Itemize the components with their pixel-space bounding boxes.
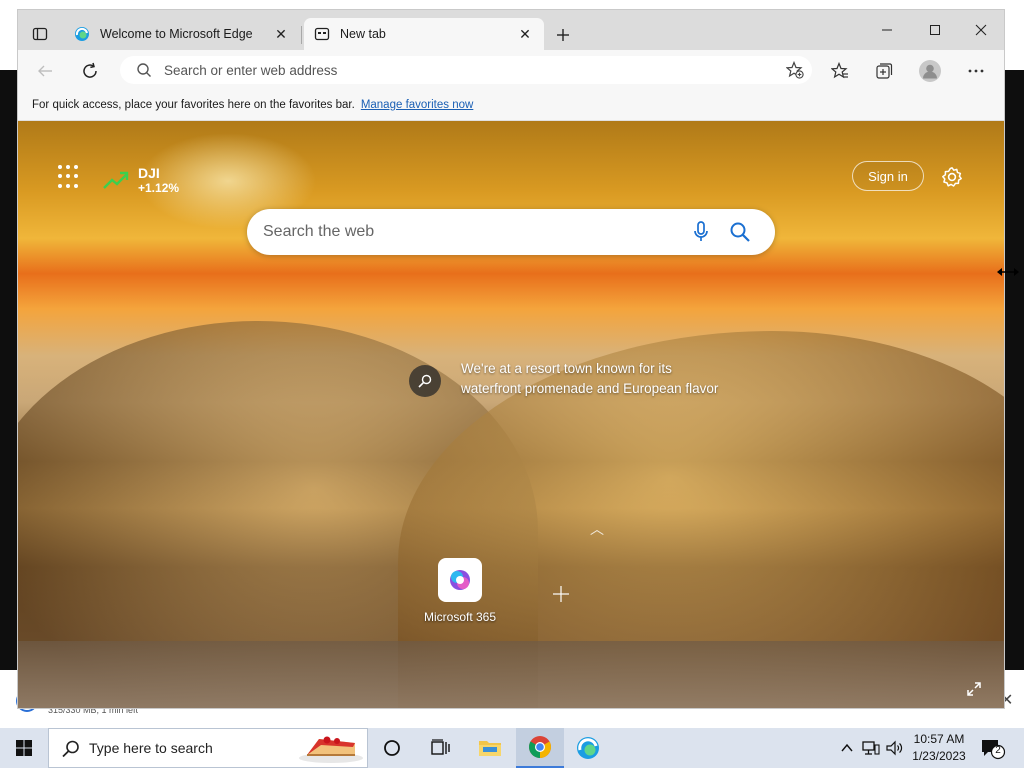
notification-count: 2 <box>995 745 1001 756</box>
plus-icon <box>557 29 569 41</box>
refresh-icon <box>83 62 97 78</box>
stock-change: +1.12% <box>138 181 180 195</box>
arrow-left-icon <box>38 65 52 77</box>
expand-icon[interactable] <box>966 681 982 700</box>
new-tab-page: DJI +1.12% Sign in Search the web We're … <box>18 121 1004 708</box>
taskbar-search-box[interactable]: Type here to search <box>48 728 368 768</box>
avatar-icon <box>919 60 941 82</box>
windows-icon <box>16 740 32 756</box>
network-button[interactable] <box>860 728 882 768</box>
show-hidden-icons-button[interactable] <box>836 728 858 768</box>
new-tab-page-icon <box>314 26 330 42</box>
close-window-button[interactable] <box>958 16 1004 44</box>
back-button[interactable] <box>30 56 60 86</box>
tab-welcome[interactable]: Welcome to Microsoft Edge ✕ <box>64 18 300 50</box>
add-shortcut-button[interactable] <box>552 583 570 609</box>
page-settings-button[interactable] <box>938 163 966 191</box>
cortana-button[interactable] <box>368 728 416 768</box>
tab-title: Welcome to Microsoft Edge <box>100 27 253 41</box>
network-icon <box>862 741 880 755</box>
resize-cursor-icon <box>997 268 1019 276</box>
chrome-icon <box>529 736 551 758</box>
clock-date: 1/23/2023 <box>912 749 966 763</box>
clock-time: 10:57 AM <box>913 732 965 746</box>
close-tab-icon[interactable]: ✕ <box>516 25 534 43</box>
tab-title: New tab <box>340 27 386 41</box>
edge-taskbar-button[interactable] <box>564 728 612 768</box>
refresh-button[interactable] <box>75 56 105 86</box>
image-info-text[interactable]: We're at a resort town known for its wat… <box>461 359 731 399</box>
folder-icon <box>479 741 501 756</box>
magnifier-icon <box>418 374 432 388</box>
edge-icon <box>577 737 599 759</box>
notification-icon <box>982 740 1006 760</box>
chevron-up-icon[interactable]: ︿ <box>590 519 604 539</box>
task-view-button[interactable] <box>416 728 464 768</box>
favorites-star-icon <box>831 62 848 79</box>
plus-icon <box>553 586 569 602</box>
edge-icon <box>74 26 90 42</box>
manage-favorites-link[interactable]: Manage favorites now <box>361 99 474 111</box>
profile-button[interactable] <box>915 56 945 86</box>
microphone-icon[interactable] <box>693 221 709 243</box>
address-placeholder: Search or enter web address <box>164 62 338 78</box>
web-search-placeholder: Search the web <box>263 223 375 240</box>
tab-divider <box>301 26 302 44</box>
more-icon <box>968 69 984 73</box>
search-icon <box>62 740 79 758</box>
tab-new-tab[interactable]: New tab ✕ <box>304 18 544 50</box>
web-search-box[interactable]: Search the web <box>247 209 775 255</box>
background-image-water <box>18 641 1004 708</box>
tab-actions-icon <box>32 27 48 41</box>
address-bar[interactable]: Search or enter web address <box>120 56 812 84</box>
edge-window: Welcome to Microsoft Edge ✕ New tab ✕ Se… <box>18 10 1004 708</box>
collections-icon <box>876 63 893 79</box>
maximize-icon <box>930 25 940 35</box>
new-tab-button[interactable] <box>550 22 576 48</box>
taskbar-search-placeholder: Type here to search <box>89 740 213 756</box>
file-explorer-button[interactable] <box>466 728 514 768</box>
cortana-circle-icon <box>384 740 400 756</box>
minimize-icon <box>882 29 892 31</box>
close-tab-icon[interactable]: ✕ <box>272 25 290 43</box>
search-icon <box>137 63 151 77</box>
tab-bar: Welcome to Microsoft Edge ✕ New tab ✕ <box>18 10 1004 50</box>
close-icon <box>975 24 987 36</box>
quick-link-microsoft-365[interactable]: Microsoft 365 <box>418 558 502 624</box>
quick-link-label: Microsoft 365 <box>423 610 497 624</box>
settings-and-more-button[interactable] <box>961 56 991 86</box>
trend-up-icon <box>103 171 129 189</box>
tab-actions-button[interactable] <box>26 20 54 48</box>
favorites-bar-message: For quick access, place your favorites h… <box>32 99 355 111</box>
search-highlight-pie-icon <box>299 736 363 763</box>
stock-symbol: DJI <box>138 165 160 181</box>
chevron-up-icon <box>841 743 853 752</box>
gear-icon <box>942 167 962 187</box>
stock-widget[interactable]: DJI +1.12% <box>102 165 179 195</box>
favorites-bar: For quick access, place your favorites h… <box>18 90 1004 121</box>
volume-button[interactable] <box>884 728 906 768</box>
action-center-button[interactable]: 2 <box>980 738 1006 763</box>
app-launcher-icon[interactable] <box>58 165 82 189</box>
speaker-icon <box>886 740 903 756</box>
task-view-icon <box>431 739 450 755</box>
toolbar: Search or enter web address <box>18 50 1004 90</box>
image-info-button[interactable] <box>409 365 441 397</box>
start-button[interactable] <box>0 728 48 768</box>
add-favorite-icon[interactable] <box>786 61 804 79</box>
chrome-taskbar-button[interactable] <box>516 728 564 768</box>
minimize-button[interactable] <box>864 16 910 44</box>
collections-button[interactable] <box>869 56 899 86</box>
search-icon[interactable] <box>729 221 751 243</box>
favorites-button[interactable] <box>825 56 855 86</box>
clock[interactable]: 10:57 AM 1/23/2023 <box>906 731 972 765</box>
taskbar: Type here to search 10:57 AM 1/23/2023 2 <box>0 728 1024 768</box>
maximize-button[interactable] <box>912 16 958 44</box>
microsoft-365-icon <box>438 558 482 602</box>
sign-in-button[interactable]: Sign in <box>852 161 924 191</box>
